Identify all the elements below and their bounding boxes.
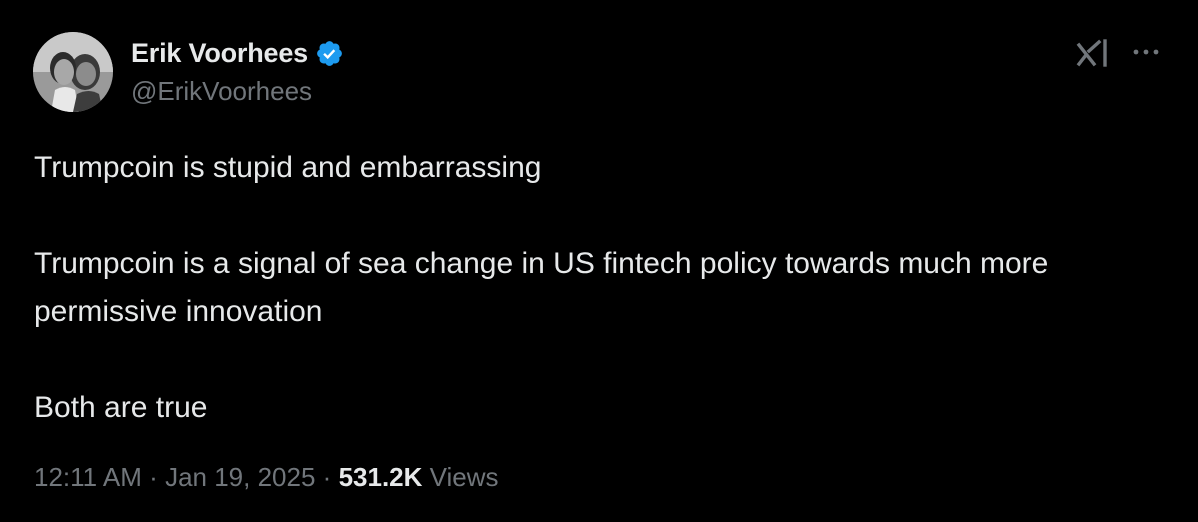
verified-badge-icon — [317, 40, 342, 66]
tweet-paragraph: Trumpcoin is stupid and embarrassing — [34, 151, 542, 184]
views-count[interactable]: 531.2K — [339, 462, 423, 492]
more-options-icon[interactable] — [1131, 46, 1161, 58]
tweet-paragraph: Both are true — [34, 391, 208, 424]
tweet-time[interactable]: 12:11 AM — [34, 462, 142, 492]
display-name[interactable]: Erik Voorhees — [131, 38, 308, 69]
avatar-photo — [33, 32, 113, 112]
tweet-meta: 12:11 AM · Jan 19, 2025 · 531.2K Views — [34, 462, 499, 493]
views-label: Views — [429, 462, 499, 492]
author-handle[interactable]: @ErikVoorhees — [131, 76, 312, 107]
author-name-row[interactable]: Erik Voorhees — [131, 36, 344, 70]
avatar[interactable] — [33, 32, 113, 112]
tweet-paragraph: Trumpcoin is a signal of sea change in U… — [34, 247, 1049, 328]
meta-separator: · — [149, 462, 158, 492]
meta-separator: · — [322, 462, 332, 492]
tweet-date[interactable]: Jan 19, 2025 — [165, 462, 315, 492]
xai-logo-icon[interactable] — [1075, 38, 1111, 68]
tweet-text: Trumpcoin is stupid and embarrassing Tru… — [34, 144, 1154, 432]
